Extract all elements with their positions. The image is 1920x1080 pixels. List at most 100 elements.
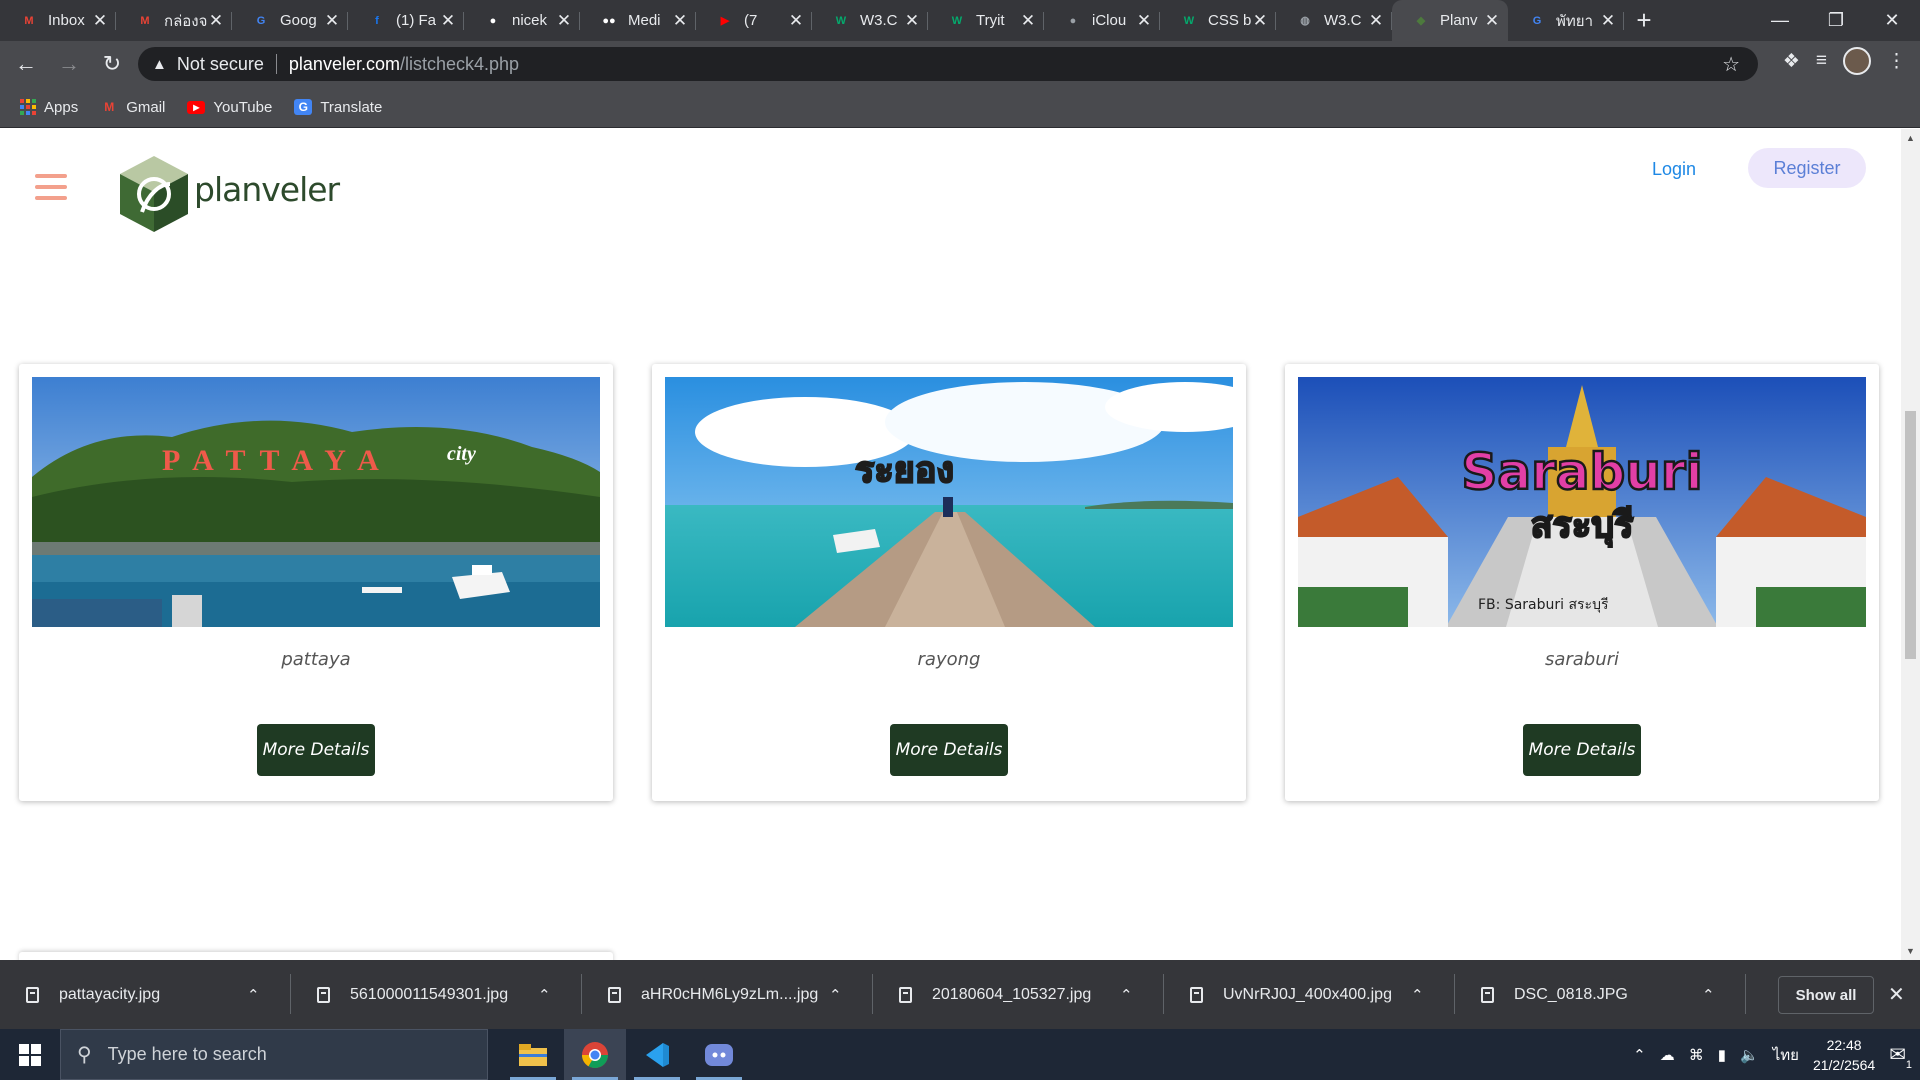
browser-tab[interactable]: G Goog ✕ <box>232 0 348 41</box>
bookmark-gmail[interactable]: M Gmail <box>100 99 165 116</box>
chevron-up-icon[interactable]: ⌃ <box>1633 1046 1646 1064</box>
start-button[interactable] <box>0 1029 60 1080</box>
download-filename: 20180604_105327.jpg <box>932 985 1092 1003</box>
vscode-icon[interactable] <box>626 1029 688 1080</box>
download-item[interactable]: 561000011549301.jpg ⌃ <box>291 960 582 1029</box>
chevron-up-icon[interactable]: ⌃ <box>1702 986 1722 1004</box>
onedrive-cloud-icon[interactable]: ☁ <box>1660 1046 1675 1064</box>
discord-icon[interactable] <box>688 1029 750 1080</box>
browser-tab[interactable]: ● iClou ✕ <box>1044 0 1160 41</box>
chevron-up-icon[interactable]: ⌃ <box>247 986 267 1004</box>
register-button[interactable]: Register <box>1748 148 1866 188</box>
download-item[interactable]: aHR0cHM6Ly9zLm....jpg ⌃ <box>582 960 873 1029</box>
browser-tab[interactable]: M Inbox ✕ <box>0 0 116 41</box>
close-tab-icon[interactable]: ✕ <box>1020 11 1036 31</box>
bookmark-apps[interactable]: Apps <box>20 99 78 116</box>
bookmark-star-icon[interactable]: ☆ <box>1722 52 1740 77</box>
volume-icon[interactable]: 🔈 <box>1740 1046 1759 1064</box>
language-indicator[interactable]: ไทย <box>1773 1043 1799 1067</box>
scroll-down-arrow-icon[interactable]: ▼ <box>1901 946 1920 956</box>
more-details-button[interactable]: More Details <box>1523 724 1641 776</box>
tab-title: กล่องจ <box>164 12 208 30</box>
battery-icon[interactable]: ▮ <box>1718 1046 1726 1064</box>
extensions-puzzle-icon[interactable]: ❖ <box>1783 50 1800 73</box>
browser-tab[interactable]: M กล่องจ ✕ <box>116 0 232 41</box>
close-tab-icon[interactable]: ✕ <box>1368 11 1384 31</box>
scroll-up-arrow-icon[interactable]: ▲ <box>1901 133 1920 143</box>
restore-button[interactable]: ❐ <box>1808 0 1864 41</box>
browser-tab[interactable]: ● nicek ✕ <box>464 0 580 41</box>
close-tab-icon[interactable]: ✕ <box>1136 11 1152 31</box>
close-tab-icon[interactable]: ✕ <box>440 11 456 31</box>
browser-tab[interactable]: f (1) Fa ✕ <box>348 0 464 41</box>
reload-button[interactable]: ↻ <box>95 47 129 81</box>
bookmark-youtube[interactable]: ▶ YouTube <box>187 99 272 116</box>
more-details-button[interactable]: More Details <box>257 724 375 776</box>
close-tab-icon[interactable]: ✕ <box>92 11 108 31</box>
close-tab-icon[interactable]: ✕ <box>1252 11 1268 31</box>
tab-title: W3.C <box>1324 12 1362 29</box>
destination-name: rayong <box>917 649 981 670</box>
wifi-icon[interactable]: ⌘ <box>1689 1046 1704 1064</box>
image-caption: ระยอง <box>855 450 954 491</box>
download-item[interactable]: pattayacity.jpg ⌃ <box>0 960 291 1029</box>
close-downloads-icon[interactable]: ✕ <box>1888 982 1905 1007</box>
browser-tab[interactable]: ◆ Planv ✕ <box>1392 0 1508 41</box>
close-tab-icon[interactable]: ✕ <box>324 11 340 31</box>
new-tab-button[interactable]: + <box>1624 0 1664 41</box>
site-logo[interactable]: planveler <box>118 154 340 234</box>
download-item[interactable]: 20180604_105327.jpg ⌃ <box>873 960 1164 1029</box>
chrome-icon[interactable] <box>564 1029 626 1080</box>
more-details-button[interactable]: More Details <box>890 724 1008 776</box>
download-list: pattayacity.jpg ⌃ 561000011549301.jpg ⌃ aHR0… <box>0 960 1746 1029</box>
globe-icon: ◍ <box>1300 15 1310 27</box>
scrollbar-thumb[interactable] <box>1905 411 1916 659</box>
chevron-up-icon[interactable]: ⌃ <box>1411 986 1431 1004</box>
tab-title: nicek <box>512 12 548 29</box>
address-bar[interactable]: ▲ Not secure planveler.com/listcheck4.ph… <box>138 47 1758 81</box>
file-explorer-icon[interactable] <box>502 1029 564 1080</box>
chevron-up-icon[interactable]: ⌃ <box>829 986 849 1004</box>
close-tab-icon[interactable]: ✕ <box>788 11 804 31</box>
facebook-icon: f <box>375 14 379 27</box>
taskbar-search-box[interactable]: ⚲ Type here to search <box>60 1029 488 1080</box>
notification-center-icon[interactable]: ✉ 1 <box>1889 1042 1912 1071</box>
browser-tab[interactable]: ▶ (7 ✕ <box>696 0 812 41</box>
browser-tab[interactable]: W Tryit ✕ <box>928 0 1044 41</box>
destination-name: saraburi <box>1544 649 1620 670</box>
close-tab-icon[interactable]: ✕ <box>1484 11 1500 31</box>
more-menu-icon[interactable]: ⋮ <box>1887 50 1906 73</box>
close-tab-icon[interactable]: ✕ <box>556 11 572 31</box>
chevron-up-icon[interactable]: ⌃ <box>1120 986 1140 1004</box>
browser-tab[interactable]: W CSS b ✕ <box>1160 0 1276 41</box>
browser-tab[interactable]: ●● Medi ✕ <box>580 0 696 41</box>
hamburger-menu-icon[interactable] <box>35 174 67 207</box>
divider <box>275 54 277 74</box>
github-icon: ● <box>489 14 497 27</box>
download-item[interactable]: UvNrRJ0J_400x400.jpg ⌃ <box>1164 960 1455 1029</box>
show-all-downloads-button[interactable]: Show all <box>1778 976 1874 1014</box>
close-window-button[interactable]: ✕ <box>1864 0 1920 41</box>
tab-title: CSS b <box>1208 12 1252 29</box>
page-scrollbar[interactable]: ▲ ▼ <box>1901 129 1920 960</box>
bookmark-translate[interactable]: G Translate <box>294 99 382 116</box>
browser-tab[interactable]: ◍ W3.C ✕ <box>1276 0 1392 41</box>
browser-tab[interactable]: W W3.C ✕ <box>812 0 928 41</box>
download-item[interactable]: DSC_0818.JPG ⌃ <box>1455 960 1746 1029</box>
minimize-button[interactable]: — <box>1752 0 1808 41</box>
bookmark-label: Translate <box>320 98 383 116</box>
clock[interactable]: 22:48 21/2/2564 <box>1813 1035 1875 1075</box>
download-filename: DSC_0818.JPG <box>1514 985 1628 1003</box>
close-tab-icon[interactable]: ✕ <box>672 11 688 31</box>
forward-button[interactable]: → <box>52 47 86 81</box>
close-tab-icon[interactable]: ✕ <box>1600 11 1616 31</box>
login-link[interactable]: Login <box>1652 159 1696 180</box>
close-tab-icon[interactable]: ✕ <box>208 11 224 31</box>
profile-avatar[interactable] <box>1843 47 1871 75</box>
close-tab-icon[interactable]: ✕ <box>904 11 920 31</box>
chevron-up-icon[interactable]: ⌃ <box>538 986 558 1004</box>
browser-tab[interactable]: G พัทยา ✕ <box>1508 0 1624 41</box>
back-button[interactable]: ← <box>9 47 43 81</box>
media-queue-icon[interactable]: ≡ <box>1816 50 1827 72</box>
bookmarks-bar: Apps M Gmail ▶ YouTube G Translate <box>0 87 1920 128</box>
